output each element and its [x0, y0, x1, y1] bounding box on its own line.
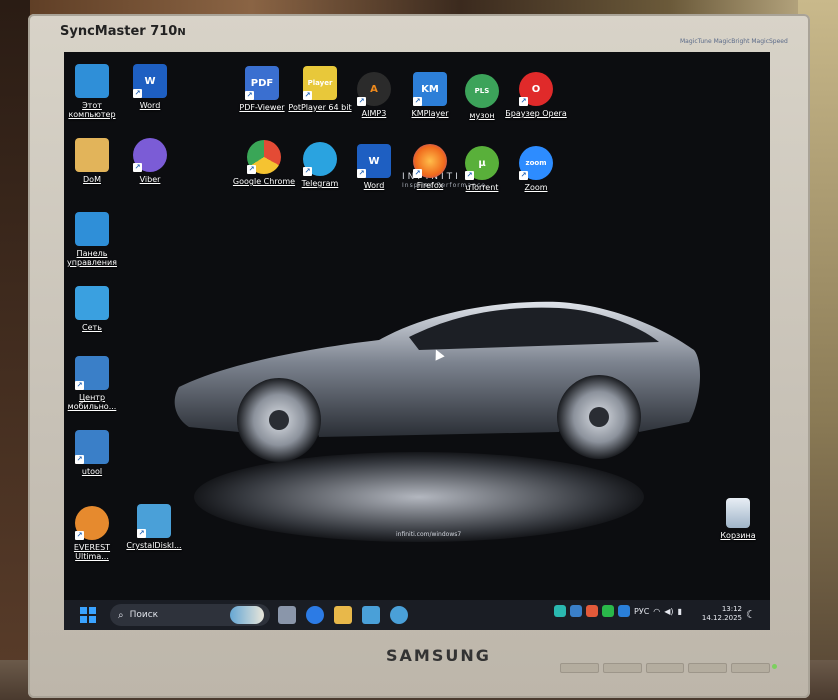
monitor-button[interactable] — [645, 663, 685, 673]
windows-logo-icon — [80, 607, 87, 614]
utool-icon: ↗ — [75, 430, 109, 464]
desktop-icon-recycle-bin[interactable]: Корзина — [706, 498, 770, 540]
tray-app-icon[interactable] — [586, 605, 598, 617]
firefox-icon: ↗ — [413, 144, 447, 178]
power-led-icon — [772, 664, 777, 669]
search-placeholder: Поиск — [129, 610, 159, 620]
desktop-icon-mobility-center[interactable]: ↗ Центр мобильно... — [64, 356, 124, 411]
taskbar: ⌕ Поиск РУС ◠ ◀) ▮ 13:12 14.12.2025 ☾ — [64, 600, 770, 630]
zoom-icon: zoom ↗ — [519, 146, 553, 180]
notification-bell-icon[interactable]: ☾ — [746, 608, 756, 621]
desktop-icon-network[interactable]: Сеть — [64, 286, 124, 332]
system-tray: РУС ◠ ◀) ▮ — [554, 605, 682, 617]
desktop-icon-word-2[interactable]: W ↗ Word — [342, 144, 406, 190]
mobility-center-icon: ↗ — [75, 356, 109, 390]
control-panel-icon — [75, 212, 109, 246]
aimp-icon: A ↗ — [357, 72, 391, 106]
file-explorer-icon[interactable] — [334, 606, 352, 624]
chrome-icon: ↗ — [247, 140, 281, 174]
volume-icon[interactable]: ◀) — [664, 607, 673, 616]
tray-app-icon[interactable] — [570, 605, 582, 617]
monitor-button[interactable] — [602, 663, 642, 673]
monitor-button[interactable] — [560, 663, 599, 673]
wallpaper-car-image — [174, 301, 701, 462]
desktop-icon-opera[interactable]: O ↗ Браузер Opera — [504, 72, 568, 118]
desktop-icon-dom[interactable]: DoM — [64, 138, 124, 184]
wifi-icon[interactable]: ◠ — [653, 607, 660, 616]
monitor-brand-logo: SAMSUNG — [386, 646, 491, 665]
taskbar-clock[interactable]: 13:12 14.12.2025 — [692, 605, 742, 623]
desktop-icon-aimp[interactable]: A ↗ AIMP3 — [342, 72, 406, 118]
viber-icon: ↗ — [133, 138, 167, 172]
network-icon — [75, 286, 109, 320]
language-indicator[interactable]: РУС — [634, 607, 649, 616]
desktop-icon-crystaldisk[interactable]: ↗ CrystalDiskI... — [122, 504, 186, 550]
desktop-icon-this-pc[interactable]: Этот компьютер — [64, 64, 124, 119]
monitor-button[interactable] — [688, 663, 728, 673]
desktop-icon-viber[interactable]: ↗ Viber — [118, 138, 182, 184]
search-icon: ⌕ — [118, 609, 124, 621]
playlist-icon: PLS — [465, 74, 499, 108]
store-icon[interactable] — [362, 606, 380, 624]
tray-app-icon[interactable] — [554, 605, 566, 617]
utorrent-icon: μ ↗ — [465, 146, 499, 180]
battery-icon[interactable]: ▮ — [678, 607, 682, 616]
desktop-icon-control-panel[interactable]: Панель управления — [64, 212, 124, 267]
folder-icon — [75, 138, 109, 172]
taskbar-search-box[interactable]: ⌕ Поиск — [110, 604, 270, 626]
desktop-icon-word[interactable]: W ↗ Word — [118, 64, 182, 110]
tray-app-icon[interactable] — [602, 605, 614, 617]
telegram-icon: ↗ — [303, 142, 337, 176]
recycle-bin-icon — [726, 498, 750, 528]
room-background-left — [0, 0, 30, 700]
monitor-feature-badges: MagicTune MagicBright MagicSpeed — [680, 38, 788, 45]
monitor-icon — [75, 64, 109, 98]
desktop-icon-utool[interactable]: ↗ utool — [64, 430, 124, 476]
opera-icon: O ↗ — [519, 72, 553, 106]
crystaldisk-icon: ↗ — [137, 504, 171, 538]
everest-icon: ↗ — [75, 506, 109, 540]
pdf-icon: PDF ↗ — [245, 66, 279, 100]
monitor-hardware-buttons[interactable] — [560, 663, 770, 673]
word-icon: W ↗ — [357, 144, 391, 178]
kmplayer-icon: KM ↗ — [413, 72, 447, 106]
wallpaper-url: infiniti.com/windows7 — [396, 531, 462, 538]
monitor-model-label: SyncMaster 710N — [60, 24, 186, 39]
desktop-icon-pdf-viewer[interactable]: PDF ↗ PDF-Viewer — [230, 66, 294, 112]
desktop-screen[interactable]: INFINITI Inspired Performance infiniti.c… — [64, 52, 770, 630]
potplayer-icon: Player ↗ — [303, 66, 337, 100]
search-highlight-image — [230, 606, 264, 624]
desktop-icon-zoom[interactable]: zoom ↗ Zoom — [504, 146, 568, 192]
start-button[interactable] — [80, 607, 96, 623]
task-view-icon[interactable] — [278, 606, 296, 624]
desktop-icon-everest[interactable]: ↗ EVEREST Ultima... — [64, 506, 124, 561]
desktop-icon-chrome[interactable]: ↗ Google Chrome — [232, 140, 296, 186]
monitor-button[interactable] — [731, 663, 770, 673]
word-icon: W ↗ — [133, 64, 167, 98]
meet-icon[interactable] — [306, 606, 324, 624]
clock-time: 13:12 — [721, 605, 742, 613]
clock-date: 14.12.2025 — [701, 614, 742, 622]
settings-gear-icon[interactable] — [390, 606, 408, 624]
taskbar-pinned-apps — [278, 606, 408, 624]
tray-app-icon[interactable] — [618, 605, 630, 617]
